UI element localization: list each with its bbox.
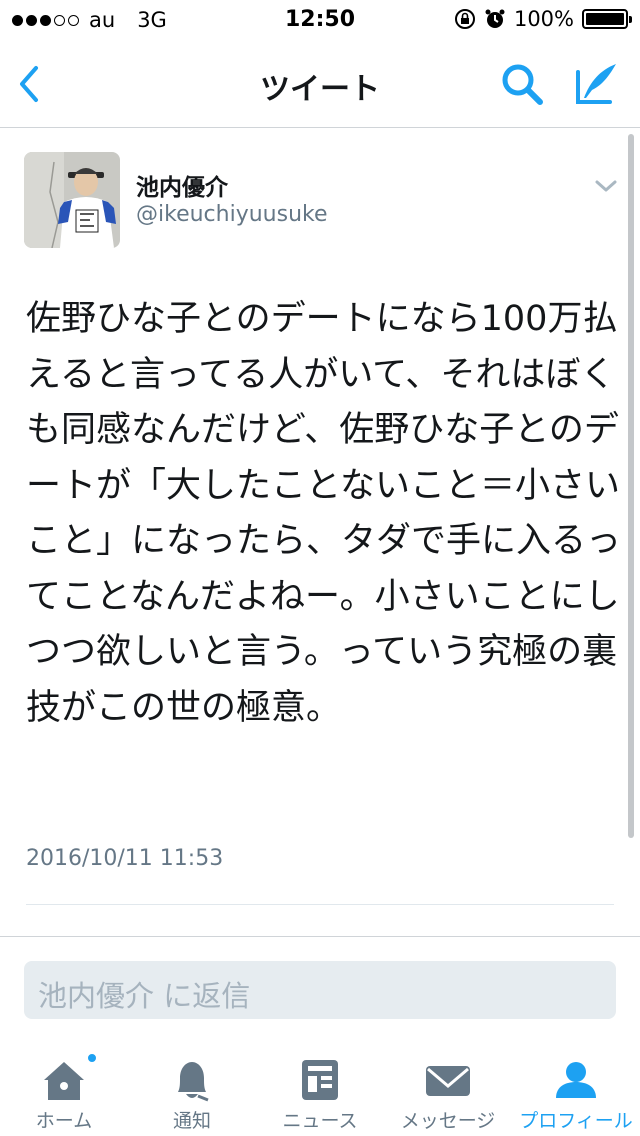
reply-placeholder: 池内優介 に返信 [38, 979, 251, 1013]
tab-news[interactable]: ニュース [256, 1036, 384, 1136]
tab-label: 通知 [172, 1110, 211, 1132]
tab-label: メッセージ [400, 1110, 496, 1132]
tab-home[interactable]: ホーム [0, 1036, 128, 1136]
envelope-icon [426, 1066, 470, 1096]
status-right: 100% [454, 7, 632, 31]
alarm-icon [485, 9, 505, 28]
battery-fill [586, 13, 624, 25]
tab-label: ニュース [282, 1110, 358, 1132]
divider [26, 904, 614, 905]
compose-icon[interactable] [570, 58, 620, 108]
reply-input[interactable]: 池内優介 に返信 [24, 961, 616, 1019]
bell-icon [178, 1062, 209, 1102]
author-name[interactable]: 池内優介 [136, 168, 228, 202]
tab-profile[interactable]: プロフィール [512, 1036, 640, 1136]
tab-notifications[interactable]: 通知 [128, 1036, 256, 1136]
tweet-text: 佐野ひな子とのデートになら100万払えると言ってる人がいて、それはぼくも同感なん… [26, 299, 622, 728]
home-icon [44, 1062, 84, 1100]
tab-bar: ホーム 通知 ニュース メッセージ プロフィール [0, 1036, 640, 1136]
author-handle[interactable]: @ikeuchiyuusuke [136, 202, 328, 227]
tab-messages[interactable]: メッセージ [384, 1036, 512, 1136]
profile-icon [556, 1062, 596, 1098]
search-icon[interactable] [498, 60, 546, 108]
notification-badge [86, 1052, 98, 1064]
avatar-image [24, 152, 120, 248]
chevron-down-icon[interactable] [592, 176, 620, 196]
status-bar: au 3G 12:50 100% [0, 0, 640, 40]
battery-icon [582, 9, 632, 29]
avatar[interactable] [24, 152, 120, 248]
battery-percent: 100% [513, 7, 574, 31]
news-icon [302, 1060, 338, 1100]
rotation-lock-icon [454, 9, 475, 29]
nav-bar: ツイート [0, 40, 640, 128]
reply-bar: 池内優介 に返信 [0, 936, 640, 1034]
tweet-timestamp: 2016/10/11 11:53 [26, 846, 224, 871]
scrollbar[interactable] [628, 134, 634, 838]
tab-label: プロフィール [519, 1110, 633, 1132]
